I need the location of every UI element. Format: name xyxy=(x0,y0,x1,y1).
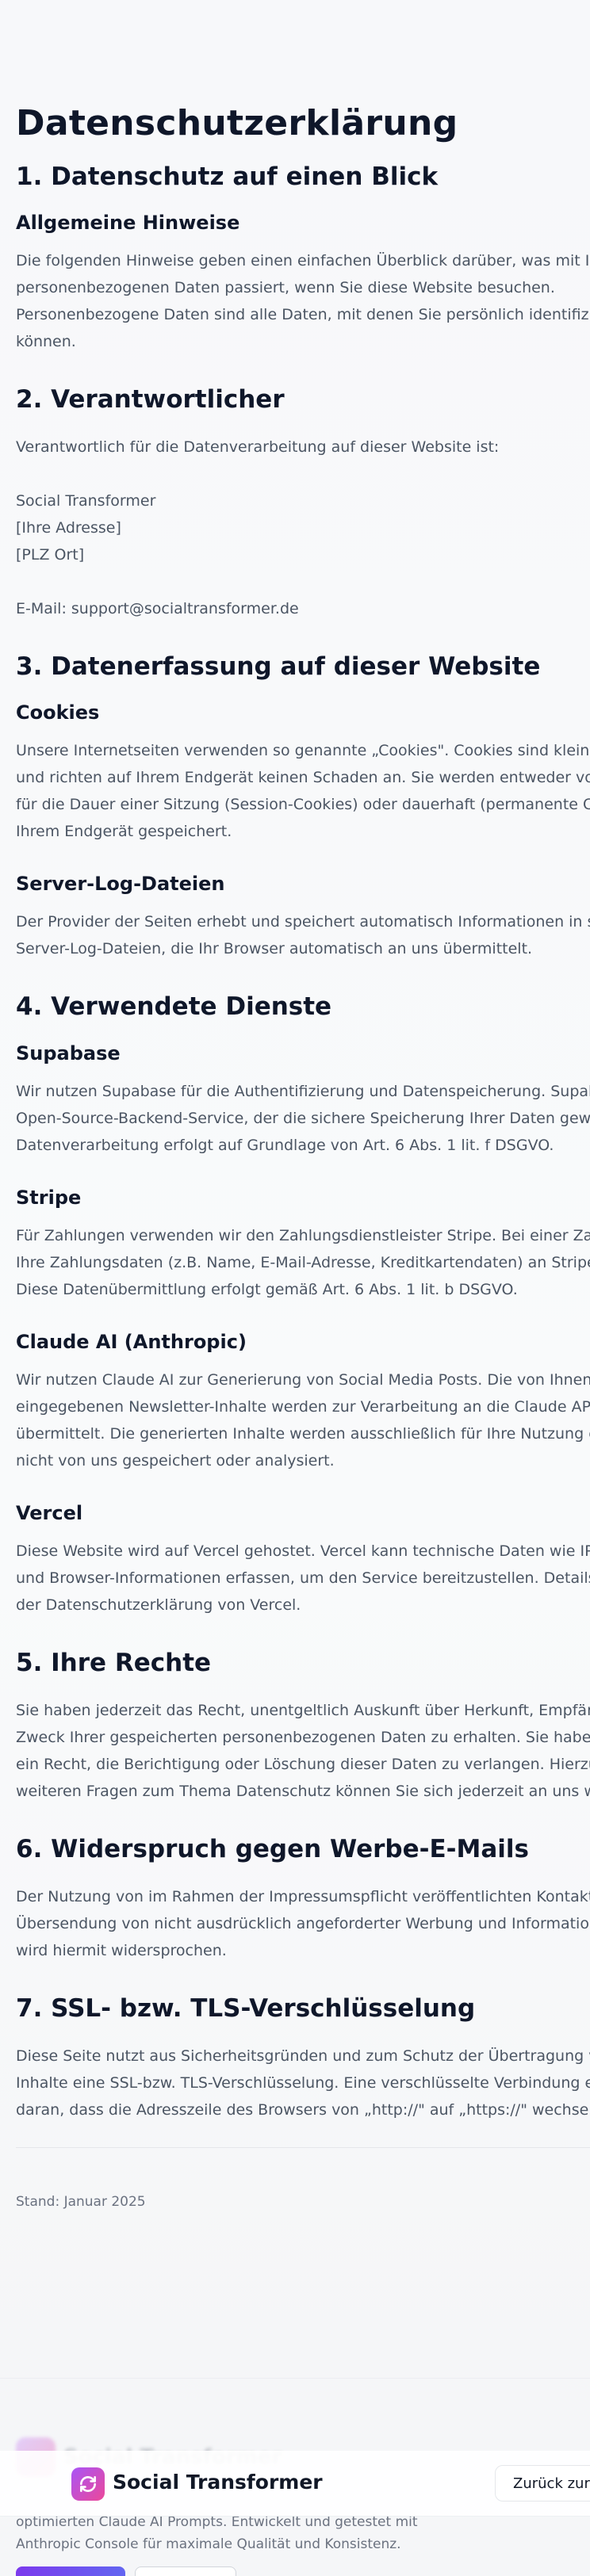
site-header: Social Transformer Zurück zur Startseite xyxy=(0,2451,590,2517)
company-address: [Ihre Adresse] xyxy=(16,519,121,537)
section-data-collection: 3. Datenerfassung auf dieser Website Coo… xyxy=(16,652,590,962)
paragraph-line: Der Provider der Seiten erhebt und speic… xyxy=(16,913,590,931)
subsection-title: Cookies xyxy=(16,701,100,724)
paragraph-line: übermittelt. Die generierten Inhalte wer… xyxy=(16,1424,590,1443)
paragraph-line: Diese Website wird auf Vercel gehostet. … xyxy=(16,1542,590,1560)
footer-primary-button[interactable] xyxy=(16,2566,125,2576)
paragraph-line: Ihre Zahlungsdaten (z.B. Name, E-Mail-Ad… xyxy=(16,1253,590,1271)
paragraph-line: personenbezogenen Daten passiert, wenn S… xyxy=(16,278,555,296)
privacy-content: Datenschutzerklärung 1. Datenschutz auf … xyxy=(16,103,590,2210)
section-services: 4. Verwendete Dienste Supabase Wir nutze… xyxy=(16,992,590,1618)
footer-description: optimierten Claude AI Prompts. Entwickel… xyxy=(16,2511,418,2555)
subsection-title: Vercel xyxy=(16,1501,83,1524)
paragraph-line: Übersendung von nicht ausdrücklich angef… xyxy=(16,1914,590,1932)
paragraph-line: Wir nutzen Supabase für die Authentifizi… xyxy=(16,1082,590,1100)
last-updated: Stand: Januar 2025 xyxy=(16,2194,146,2211)
company-city: [PLZ Ort] xyxy=(16,546,85,564)
paragraph-line: nicht von uns gespeichert oder analysier… xyxy=(16,1451,335,1470)
paragraph-line: Wir nutzen Claude AI zur Generierung von… xyxy=(16,1370,590,1389)
paragraph-line: können. xyxy=(16,332,76,350)
subsection-title: Stripe xyxy=(16,1186,82,1209)
company-name: Social Transformer xyxy=(16,492,156,510)
subsection-server-logs: Server-Log-Dateien Der Provider der Seit… xyxy=(16,872,590,962)
section-controller: 2. Verantwortlicher Verantwortlich für d… xyxy=(16,385,590,622)
paragraph-line: für die Dauer einer Sitzung (Session-Coo… xyxy=(16,796,590,814)
page: Datenschutzerklärung 1. Datenschutz auf … xyxy=(0,0,590,2576)
section-title: 7. SSL- bzw. TLS-Verschlüsselung xyxy=(16,1993,476,2023)
subsection-title: Claude AI (Anthropic) xyxy=(16,1330,247,1353)
section-title: 4. Verwendete Dienste xyxy=(16,992,332,1022)
section-title: 1. Datenschutz auf einen Blick xyxy=(16,162,439,191)
refresh-icon xyxy=(80,2476,96,2492)
paragraph-line: wird hiermit widersprochen. xyxy=(16,1941,227,1959)
subsection-vercel: Vercel Diese Website wird auf Vercel geh… xyxy=(16,1501,590,1619)
subsection-claude: Claude AI (Anthropic) Wir nutzen Claude … xyxy=(16,1330,590,1474)
paragraph-line: Inhalte eine SSL-bzw. TLS-Verschlüsselun… xyxy=(16,2074,590,2093)
section-title: 3. Datenerfassung auf dieser Website xyxy=(16,652,541,682)
paragraph-line: eingegebenen Newsletter-Inhalte werden z… xyxy=(16,1397,590,1416)
section-objection: 6. Widerspruch gegen Werbe-E-Mails Der N… xyxy=(16,1835,590,1964)
section-ssl: 7. SSL- bzw. TLS-Verschlüsselung Diese S… xyxy=(16,1994,590,2123)
section-title: 6. Widerspruch gegen Werbe-E-Mails xyxy=(16,1834,529,1863)
subsection-general: Allgemeine Hinweise Die folgenden Hinwei… xyxy=(16,211,590,355)
section-overview: 1. Datenschutz auf einen Blick Allgemein… xyxy=(16,162,590,355)
paragraph-line: und Browser-Informationen erfassen, um d… xyxy=(16,1569,590,1587)
subsection-title: Server-Log-Dateien xyxy=(16,873,225,896)
page-title: Datenschutzerklärung xyxy=(16,103,458,143)
section-rights: 5. Ihre Rechte Sie haben jederzeit das R… xyxy=(16,1649,590,1805)
paragraph-line: Diese Seite nutzt aus Sicherheitsgründen… xyxy=(16,2047,590,2066)
paragraph-line: der Datenschutzerklärung von Vercel. xyxy=(16,1596,301,1614)
paragraph-line: Server-Log-Dateien, die Ihr Browser auto… xyxy=(16,940,533,958)
section-title: 5. Ihre Rechte xyxy=(16,1648,212,1677)
brand-logo-icon[interactable] xyxy=(71,2467,105,2501)
section-title: 2. Verantwortlicher xyxy=(16,384,285,414)
paragraph-line: Der Nutzung von im Rahmen der Impressums… xyxy=(16,1887,590,1905)
paragraph-line: Sie haben jederzeit das Recht, unentgelt… xyxy=(16,1701,590,1719)
footer-description-line: Anthropic Console für maximale Qualität … xyxy=(16,2536,401,2552)
paragraph-line: Zweck Ihrer gespeicherten personenbezoge… xyxy=(16,1728,590,1746)
subsection-supabase: Supabase Wir nutzen Supabase für die Aut… xyxy=(16,1041,590,1159)
subsection-title: Supabase xyxy=(16,1041,121,1064)
divider xyxy=(16,2147,590,2149)
viewport: Datenschutzerklärung 1. Datenschutz auf … xyxy=(0,0,590,2576)
footer-secondary-button[interactable] xyxy=(135,2566,236,2576)
back-to-home-button[interactable]: Zurück zur Startseite xyxy=(495,2465,590,2501)
paragraph-line: Unsere Internetseiten verwenden so genan… xyxy=(16,742,590,760)
paragraph-line: daran, dass die Adresszeile des Browsers… xyxy=(16,2101,590,2119)
paragraph-line: und richten auf Ihrem Endgerät keinen Sc… xyxy=(16,769,590,787)
brand-name[interactable]: Social Transformer xyxy=(113,2471,323,2494)
paragraph-line: weiteren Fragen zum Thema Datenschutz kö… xyxy=(16,1782,590,1800)
subsection-title: Allgemeine Hinweise xyxy=(16,211,240,234)
contact-email: E-Mail: support@socialtransformer.de xyxy=(16,600,299,618)
paragraph-line: Diese Datenübermittlung erfolgt gemäß Ar… xyxy=(16,1280,518,1298)
subsection-stripe: Stripe Für Zahlungen verwenden wir den Z… xyxy=(16,1186,590,1303)
subsection-cookies: Cookies Unsere Internetseiten verwenden … xyxy=(16,701,590,845)
paragraph-line: Open-Source-Backend-Service, der die sic… xyxy=(16,1109,590,1127)
paragraph-line: ein Recht, die Berichtigung oder Löschun… xyxy=(16,1755,590,1773)
controller-intro: Verantwortlich für die Datenverarbeitung… xyxy=(16,438,500,457)
paragraph-line: Datenverarbeitung erfolgt auf Grundlage … xyxy=(16,1136,554,1154)
paragraph-line: Personenbezogene Daten sind alle Daten, … xyxy=(16,305,590,323)
paragraph-line: Ihrem Endgerät gespeichert. xyxy=(16,823,232,841)
paragraph-line: Für Zahlungen verwenden wir den Zahlungs… xyxy=(16,1226,590,1244)
paragraph-line: Die folgenden Hinweise geben einen einfa… xyxy=(16,251,590,269)
